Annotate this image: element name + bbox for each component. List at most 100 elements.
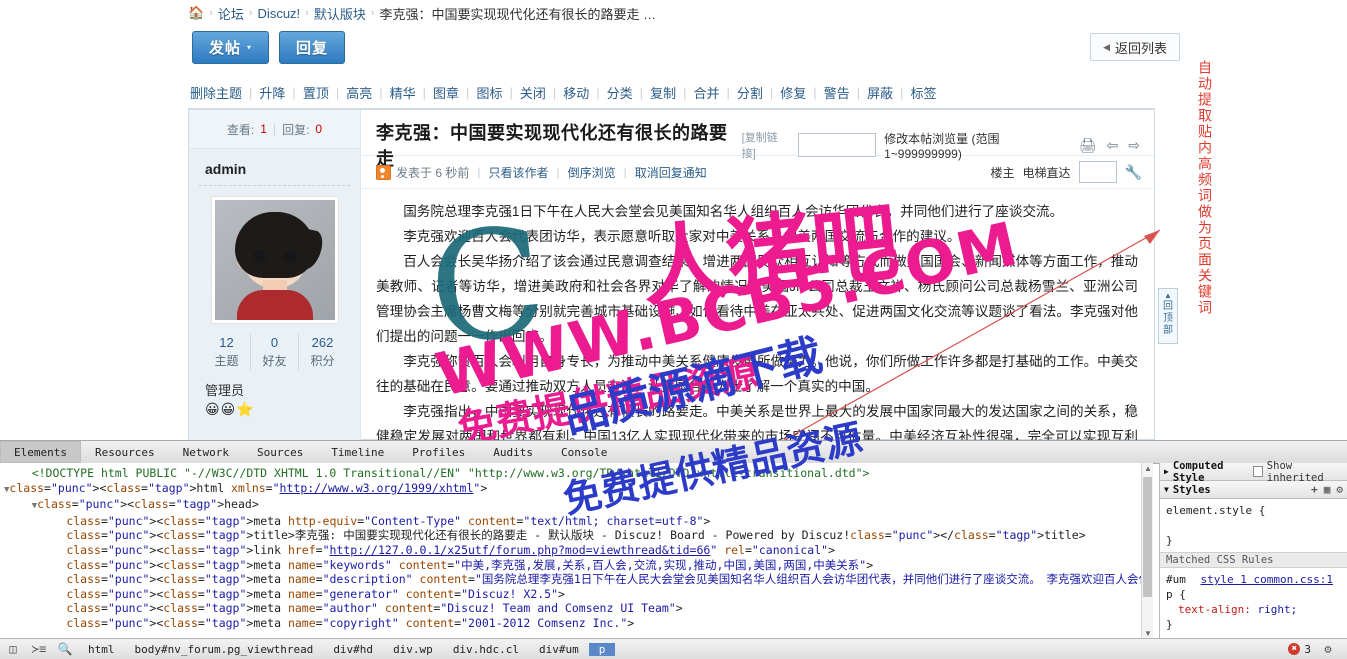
home-icon[interactable]: 🏠	[188, 5, 204, 21]
scrollbar-thumb[interactable]	[1143, 477, 1152, 597]
chevron-right-icon[interactable]: ▶	[1164, 467, 1169, 476]
reply-button[interactable]: 回复	[279, 30, 346, 64]
breadcrumb-separator: ›	[248, 7, 253, 19]
post-author-sidebar: 查看: 1 | 回复: 0 admin 12 主题 0 好友 262 积分 管理…	[189, 110, 361, 440]
post-title-bar: 李克强：中国要实现现代化还有很长的路要走 [复制链接] 修改本帖浏览量 (范围1…	[362, 110, 1154, 169]
moderation-link[interactable]: 修复	[773, 83, 813, 102]
elevator-input[interactable]	[1078, 161, 1117, 183]
post-tool-icons: 🖨 ⇦ ⇨	[1079, 137, 1140, 154]
moderation-link[interactable]: 关闭	[513, 83, 553, 102]
replies-count: 0	[315, 122, 323, 136]
breadcrumb-item-discuz[interactable]: Discuz!	[258, 6, 301, 21]
author-name[interactable]: admin	[189, 149, 360, 185]
dom-line[interactable]: class="punc"><class="tagp">meta name="co…	[4, 616, 1152, 631]
moderation-link[interactable]: 分类	[600, 83, 640, 102]
devtools-statusbar: ◫ ≻≡ 🔍 html body#nv_forum.pg_viewthread di…	[0, 638, 1347, 659]
scroll-down-icon[interactable]: ▼	[1144, 629, 1152, 638]
show-inherited-checkbox[interactable]	[1253, 466, 1263, 477]
breadcrumb-current: 李克强：中国要实现现代化还有很长的路要走 …	[379, 6, 657, 22]
moderation-link[interactable]: 标签	[904, 83, 944, 102]
post-time: 发表于 6 秒前	[396, 165, 470, 180]
moderation-link[interactable]: 屏蔽	[860, 83, 900, 102]
copy-link-button[interactable]: [复制链接]	[742, 129, 790, 161]
moderation-link[interactable]: 升降	[252, 83, 292, 102]
print-icon[interactable]: 🖨	[1079, 137, 1097, 154]
moderation-link[interactable]: 置顶	[296, 83, 336, 102]
devtools-tab-sources[interactable]: Sources	[243, 441, 317, 463]
moderation-toolbar: 删除主题 | 升降 | 置顶 | 高亮 | 精华 | 图章 | 图标 | 关闭 | 移动 | 分类 | 复制 | 合并 | 分割…	[190, 80, 944, 104]
view-reply-counter: 查看: 1 | 回复: 0	[189, 110, 360, 149]
devtools-tab-resources[interactable]: Resources	[81, 441, 169, 463]
dom-line[interactable]: class="punc"><class="tagp">title>李克强: 中国…	[4, 528, 1152, 543]
error-counter[interactable]: ✖ 3 ⚙	[1288, 642, 1347, 656]
avatar[interactable]	[210, 196, 339, 324]
devtools-tab-profiles[interactable]: Profiles	[398, 441, 479, 463]
dom-breadcrumb-item[interactable]: html	[78, 643, 125, 656]
dom-line[interactable]: class="punc"><class="tagp">meta name="de…	[4, 572, 1152, 587]
dock-icon[interactable]: ◫	[0, 642, 26, 656]
breadcrumb: 🏠 › 论坛 › Discuz! › 默认版块 › 李克强：中国要实现现代化还有…	[188, 0, 656, 26]
dom-breadcrumb-item[interactable]: div#um	[529, 643, 589, 656]
gear-icon[interactable]: ⚙	[1336, 483, 1343, 496]
dom-breadcrumb-item[interactable]: div#hd	[323, 643, 383, 656]
stat-friends[interactable]: 0 好友	[251, 334, 299, 370]
stat-friends-value: 0	[270, 335, 279, 350]
devtools-tab-network[interactable]: Network	[169, 441, 243, 463]
back-to-top-button[interactable]: ▲ 回顶部	[1158, 288, 1178, 344]
dom-breadcrumb-item[interactable]: div.wp	[383, 643, 443, 656]
only-author-link[interactable]: 只看该作者	[488, 164, 548, 181]
moderation-link[interactable]: 图章	[426, 83, 466, 102]
chevron-down-icon[interactable]: ▼	[1164, 485, 1169, 494]
next-arrow-icon[interactable]: ⇨	[1128, 137, 1140, 154]
computed-style-header[interactable]: ▶ Computed Style Show inherited	[1160, 460, 1347, 484]
views-edit-input[interactable]	[798, 133, 877, 157]
rule-property[interactable]: text-align:	[1166, 603, 1251, 616]
stat-points[interactable]: 262 积分	[299, 334, 346, 370]
back-to-list-label: 返回列表	[1114, 40, 1167, 56]
prev-arrow-icon[interactable]: ⇦	[1107, 137, 1119, 154]
console-drawer-icon[interactable]: ≻≡	[26, 642, 52, 656]
devtools-tab-elements[interactable]: Elements	[0, 441, 81, 463]
rule-value[interactable]: right;	[1257, 603, 1297, 616]
wrench-icon[interactable]: 🔧	[1125, 164, 1142, 181]
annotation-note: 自动提取贴内高频词做为页面关键词	[1197, 60, 1213, 316]
scroll-up-icon[interactable]: ▲	[1144, 464, 1152, 473]
author-badge-icon	[376, 164, 391, 180]
moderation-link[interactable]: 合并	[686, 83, 726, 102]
avatar-eye-left	[252, 250, 266, 263]
moderation-link[interactable]: 删除主题	[190, 83, 249, 102]
dom-line[interactable]: class="punc"><class="tagp">meta name="au…	[4, 601, 1152, 616]
dom-line[interactable]: class="punc"><class="tagp">meta name="ge…	[4, 587, 1152, 602]
breadcrumb-item-board[interactable]: 默认版块	[314, 4, 366, 23]
rule-close: }	[1166, 618, 1173, 631]
dom-line[interactable]: class="punc"><class="tagp">meta name="ke…	[4, 558, 1152, 573]
moderation-link[interactable]: 图标	[469, 83, 509, 102]
stat-threads[interactable]: 12 主题	[203, 334, 251, 370]
dom-breadcrumb-item[interactable]: body#nv_forum.pg_viewthread	[125, 643, 324, 656]
moderation-link[interactable]: 精华	[383, 83, 423, 102]
dom-line[interactable]: class="punc"><class="tagp">link href="ht…	[4, 543, 1152, 558]
dom-breadcrumb-item[interactable]: div.hdc.cl	[443, 643, 529, 656]
rule-source-link[interactable]: style 1 common.css:1	[1193, 573, 1333, 586]
settings-gear-icon[interactable]: ⚙	[1315, 642, 1341, 656]
back-to-list-button[interactable]: ◀ 返回列表	[1090, 33, 1180, 61]
styles-header[interactable]: ▼ Styles + ▦ ⚙	[1160, 481, 1347, 499]
moderation-link[interactable]: 高亮	[339, 83, 379, 102]
add-rule-icon[interactable]: +	[1311, 483, 1318, 496]
element-picker-icon[interactable]: ▦	[1324, 483, 1331, 496]
search-icon[interactable]: 🔍	[52, 642, 78, 656]
devtools-tab-audits[interactable]: Audits	[479, 441, 547, 463]
moderation-link[interactable]: 复制	[643, 83, 683, 102]
elevator-label: 电梯直达	[1022, 165, 1071, 180]
devtools-tab-timeline[interactable]: Timeline	[317, 441, 398, 463]
cancel-notify-link[interactable]: 取消回复通知	[635, 164, 707, 181]
breadcrumb-item-forum[interactable]: 论坛	[218, 4, 244, 23]
moderation-link[interactable]: 分割	[730, 83, 770, 102]
dom-breadcrumb-item[interactable]: p	[588, 642, 616, 656]
dom-tree-scrollbar[interactable]: ▲ ▼	[1141, 463, 1153, 639]
moderation-link[interactable]: 警告	[817, 83, 857, 102]
reverse-order-link[interactable]: 倒序浏览	[568, 164, 616, 181]
moderation-link[interactable]: 移动	[556, 83, 596, 102]
user-group: 管理员	[205, 383, 245, 398]
new-post-button[interactable]: 发帖 ▾	[192, 30, 270, 64]
